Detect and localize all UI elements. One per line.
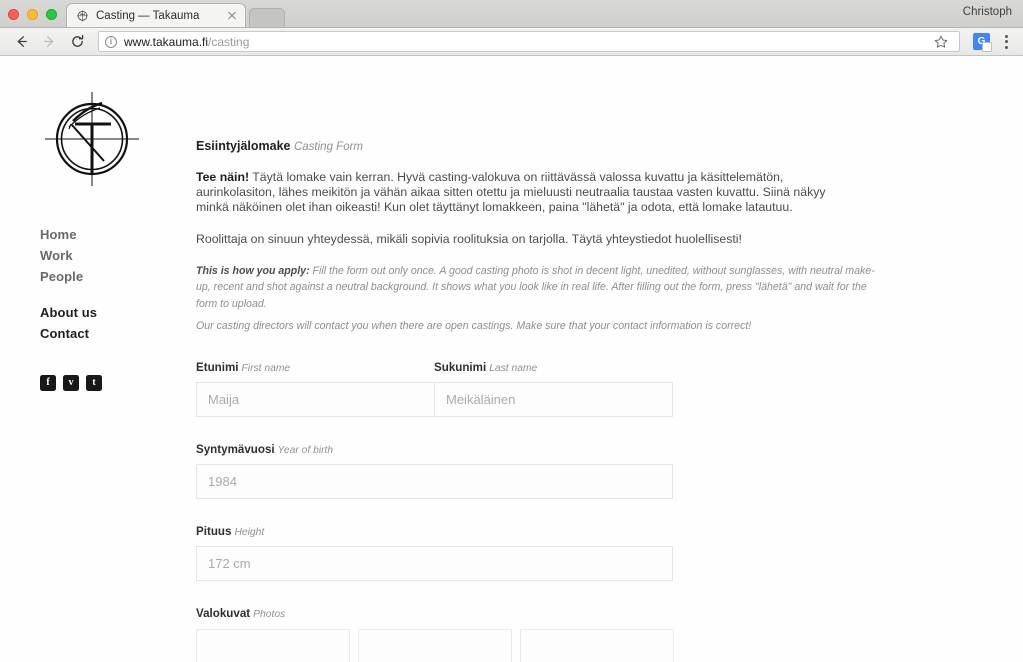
- year-of-birth-label: Syntymävuosi Year of birth: [196, 443, 983, 456]
- name-labels-row: Etunimi First name Sukunimi Last name: [196, 361, 983, 382]
- intro-lead: Tee näin!: [196, 170, 250, 184]
- last-name-label: Sukunimi Last name: [434, 361, 537, 374]
- intro-paragraph-en: This is how you apply: Fill the form out…: [196, 263, 878, 335]
- year-of-birth-label-en: Year of birth: [277, 444, 334, 456]
- photo-upload-slot[interactable]: [358, 628, 512, 662]
- google-translate-extension-icon[interactable]: G: [973, 33, 992, 52]
- bookmark-star-icon[interactable]: [933, 34, 949, 50]
- forward-arrow-icon: [43, 36, 53, 47]
- url-path: /casting: [208, 34, 250, 49]
- facebook-icon[interactable]: f: [40, 374, 56, 391]
- page-content: Home Work People About us Contact f v t …: [0, 57, 1023, 662]
- height-input[interactable]: [196, 545, 673, 581]
- page-title: Esiintyjälomake Casting Form: [196, 139, 983, 153]
- browser-toolbar: www.takauma.fi/casting G: [0, 28, 1023, 56]
- en-second-block: Our casting directors will contact you w…: [196, 320, 752, 333]
- url-text: www.takauma.fi/casting: [124, 35, 933, 49]
- menu-dot: [1004, 40, 1008, 43]
- zoom-window-button[interactable]: [46, 9, 57, 20]
- extension-letter: G: [977, 35, 986, 47]
- en-lead: This is how you apply:: [196, 264, 310, 277]
- first-name-label: Etunimi First name: [196, 361, 434, 374]
- page-title-en: Casting Form: [293, 141, 364, 153]
- height-label: Pituus Height: [196, 525, 983, 538]
- height-field-group: Pituus Height: [196, 525, 983, 581]
- intro-body: Täytä lomake vain kerran. Hyvä casting-v…: [196, 170, 826, 215]
- last-name-input[interactable]: [434, 381, 673, 417]
- intro-second-paragraph-fi: Roolittaja on sinuun yhteydessä, mikäli …: [196, 231, 742, 246]
- intro-paragraph-fi: Tee näin! Täytä lomake vain kerran. Hyvä…: [196, 170, 850, 216]
- photos-label-en: Photos: [253, 608, 286, 620]
- profile-name[interactable]: Christoph: [963, 6, 1012, 18]
- site-nav: Home Work People About us Contact: [40, 225, 196, 345]
- first-name-input[interactable]: [196, 381, 435, 417]
- sidebar-item-about-us[interactable]: About us: [40, 303, 196, 324]
- url-domain: www.takauma.fi: [124, 34, 209, 49]
- site-info-icon[interactable]: [105, 35, 117, 48]
- photos-field-group: Valokuvat Photos: [196, 607, 983, 662]
- forward-button: [36, 30, 62, 54]
- back-button[interactable]: [8, 30, 34, 54]
- reload-button[interactable]: [64, 30, 90, 54]
- browser-tab-inactive[interactable]: [249, 8, 285, 27]
- en-first-block: This is how you apply: Fill the form out…: [196, 263, 878, 313]
- minimize-window-button[interactable]: [27, 9, 38, 20]
- tumblr-icon[interactable]: t: [86, 374, 102, 391]
- sidebar-item-contact[interactable]: Contact: [40, 324, 196, 345]
- last-name-label-en: Last name: [489, 362, 538, 374]
- year-of-birth-input[interactable]: [196, 463, 673, 499]
- first-name-label-en: First name: [241, 362, 291, 374]
- photos-label-fi: Valokuvat: [196, 606, 251, 620]
- sidebar-item-work[interactable]: Work: [40, 246, 196, 267]
- address-bar[interactable]: www.takauma.fi/casting: [98, 31, 960, 52]
- menu-dot: [1004, 34, 1008, 38]
- name-field-group: Etunimi First name Sukunimi Last name: [196, 361, 983, 417]
- year-of-birth-field-group: Syntymävuosi Year of birth: [196, 443, 983, 499]
- site-sidebar: Home Work People About us Contact f v t: [0, 57, 196, 662]
- browser-window: Casting — Takauma Christoph i www.takaum…: [0, 0, 1023, 662]
- tab-strip: Casting — Takauma Christoph: [0, 0, 1023, 28]
- takauma-logo-favicon: [76, 9, 89, 22]
- page-title-fi: Esiintyjälomake: [196, 139, 291, 153]
- first-name-label-fi: Etunimi: [196, 360, 239, 374]
- takauma-logo[interactable]: [42, 89, 142, 189]
- casting-form: Esiintyjälomake Casting Form Tee näin! T…: [196, 57, 1023, 662]
- menu-dot: [1004, 45, 1008, 49]
- photos-label: Valokuvat Photos: [196, 607, 983, 620]
- chrome-menu-icon[interactable]: [997, 32, 1015, 52]
- sidebar-item-people[interactable]: People: [40, 267, 196, 288]
- reload-icon: [71, 34, 83, 47]
- last-name-label-fi: Sukunimi: [434, 360, 487, 374]
- height-label-en: Height: [234, 526, 265, 538]
- tab-title: Casting — Takauma: [96, 9, 200, 22]
- photo-upload-row: [196, 628, 983, 662]
- photo-upload-slot[interactable]: [520, 628, 674, 662]
- year-of-birth-label-fi: Syntymävuosi: [196, 442, 275, 456]
- height-label-fi: Pituus: [196, 524, 232, 538]
- name-inputs-row: [196, 381, 673, 417]
- close-tab-button[interactable]: [225, 9, 239, 23]
- photo-upload-slot[interactable]: [196, 628, 350, 662]
- window-controls: [8, 9, 57, 20]
- social-links: f v t: [40, 374, 196, 391]
- browser-tab-active[interactable]: Casting — Takauma: [66, 3, 246, 27]
- back-arrow-icon: [17, 36, 27, 47]
- close-window-button[interactable]: [8, 9, 19, 20]
- vimeo-icon[interactable]: v: [63, 374, 79, 391]
- sidebar-item-home[interactable]: Home: [40, 225, 196, 246]
